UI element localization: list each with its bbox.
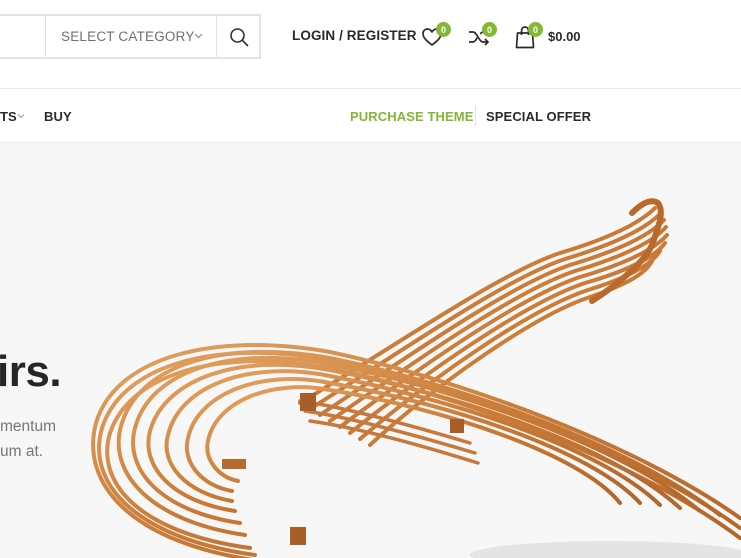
hero-heading: irs. (0, 347, 62, 396)
cart-count-badge: 0 (528, 22, 543, 37)
top-header: SELECT CATEGORY LOGIN / REGISTER 0 0 0 $… (0, 0, 741, 89)
compare-count-badge: 0 (482, 22, 497, 37)
cart-total[interactable]: $0.00 (548, 29, 581, 44)
compare-button[interactable]: 0 (468, 22, 497, 48)
main-navigation: TS BUY PURCHASE THEME SPECIAL OFFER (0, 89, 741, 143)
chevron-down-icon (17, 114, 25, 119)
search-button[interactable] (217, 16, 261, 57)
nav-item-products[interactable]: TS (0, 109, 17, 124)
wishlist-count-badge: 0 (436, 22, 451, 37)
wooden-chair-image (91, 198, 741, 558)
search-form: SELECT CATEGORY (0, 14, 261, 59)
hero-slider: irs. mentum um at. (0, 143, 741, 558)
nav-item-purchase-theme[interactable]: PURCHASE THEME (350, 109, 473, 124)
nav-item-special-offer[interactable]: SPECIAL OFFER (486, 109, 591, 124)
wishlist-button[interactable]: 0 (421, 22, 451, 48)
nav-divider (475, 106, 476, 126)
chevron-down-icon (194, 33, 203, 39)
search-icon (230, 28, 249, 47)
hero-description-line: um at. (0, 443, 44, 460)
category-select[interactable]: SELECT CATEGORY (46, 16, 216, 57)
category-select-label: SELECT CATEGORY (61, 29, 195, 44)
login-register-link[interactable]: LOGIN / REGISTER (292, 28, 417, 43)
cart-button[interactable]: 0 (514, 22, 543, 49)
nav-item-buy[interactable]: BUY (44, 109, 72, 124)
hero-description-line: mentum (0, 418, 56, 435)
